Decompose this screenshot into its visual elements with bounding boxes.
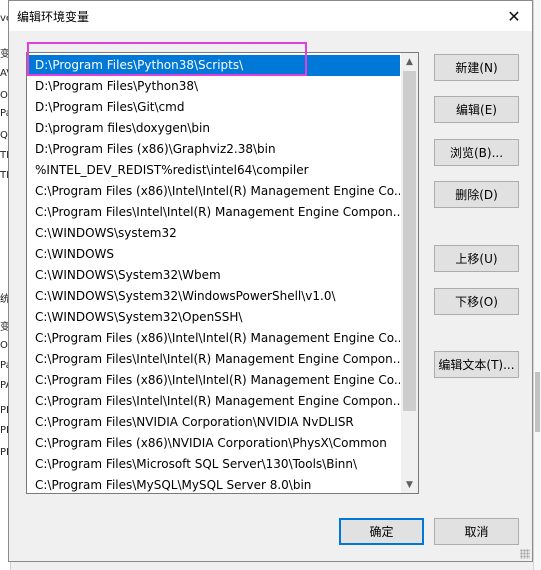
path-list-item[interactable]: C:\WINDOWS\System32\WindowsPowerShell\v1…	[28, 286, 400, 307]
scroll-up-icon[interactable]: ▲	[401, 53, 418, 70]
resize-grip-icon[interactable]	[520, 549, 530, 559]
path-list-item[interactable]: C:\Program Files\Intel\Intel(R) Manageme…	[28, 202, 400, 223]
delete-button[interactable]: 删除(D)	[434, 181, 519, 208]
path-list-items: D:\Program Files\Python38\Scripts\ D:\Pro…	[28, 55, 400, 493]
path-list-item[interactable]: D:\Program Files\Python38\Scripts\	[28, 55, 400, 76]
edit-text-button[interactable]: 编辑文本(T)...	[434, 351, 519, 378]
path-list-item[interactable]: C:\Program Files\Microsoft SQL Server\13…	[28, 454, 400, 475]
scrollbar-thumb[interactable]	[403, 71, 416, 411]
edit-button[interactable]: 编辑(E)	[434, 96, 519, 123]
path-list-item[interactable]: C:\Program Files\Intel\Intel(R) Manageme…	[28, 349, 400, 370]
path-list-item[interactable]: %INTEL_DEV_REDIST%redist\intel64\compile…	[28, 160, 400, 181]
title-bar: 编辑环境变量 ✕	[9, 1, 532, 31]
path-list-item[interactable]: C:\WINDOWS\System32\OpenSSH\	[28, 307, 400, 328]
path-list-item[interactable]: D:\Program Files\Python38\	[28, 76, 400, 97]
path-list-item[interactable]: C:\WINDOWS\system32	[28, 223, 400, 244]
path-list-item[interactable]: C:\Program Files (x86)\Intel\Intel(R) Ma…	[28, 370, 400, 391]
path-list-item[interactable]: C:\Program Files\NVIDIA Corporation\NVID…	[28, 412, 400, 433]
move-down-button[interactable]: 下移(O)	[434, 288, 519, 315]
dialog-title: 编辑环境变量	[17, 10, 90, 24]
browse-button[interactable]: 浏览(B)...	[434, 139, 519, 166]
path-list-item[interactable]: D:\Program Files\Git\cmd	[28, 97, 400, 118]
path-list-item[interactable]: C:\Program Files\MySQL\MySQL Server 8.0\…	[28, 475, 400, 493]
path-list-item[interactable]: C:\Program Files (x86)\NVIDIA Corporatio…	[28, 433, 400, 454]
path-list-item[interactable]: C:\WINDOWS\System32\Wbem	[28, 265, 400, 286]
move-up-button[interactable]: 上移(U)	[434, 245, 519, 272]
ok-button[interactable]: 确定	[339, 518, 424, 545]
path-list-item[interactable]: D:\Program Files (x86)\Graphviz2.38\bin	[28, 139, 400, 160]
path-list-item[interactable]: D:\program files\doxygen\bin	[28, 118, 400, 139]
cancel-button[interactable]: 取消	[434, 518, 519, 545]
path-list-item[interactable]: C:\Program Files (x86)\Intel\Intel(R) Ma…	[28, 328, 400, 349]
list-scrollbar[interactable]: ▲ ▼	[401, 53, 418, 493]
scroll-down-icon[interactable]: ▼	[401, 476, 418, 493]
path-list-item[interactable]: C:\WINDOWS	[28, 244, 400, 265]
new-button[interactable]: 新建(N)	[434, 54, 519, 81]
path-list[interactable]: D:\Program Files\Python38\Scripts\ D:\Pro…	[26, 52, 419, 494]
background-scrollbar	[533, 0, 541, 570]
path-list-item[interactable]: C:\Program Files\Intel\Intel(R) Manageme…	[28, 391, 400, 412]
path-list-item[interactable]: C:\Program Files (x86)\Intel\Intel(R) Ma…	[28, 181, 400, 202]
background-scrollbar-thumb	[535, 372, 540, 432]
edit-env-variable-dialog: 编辑环境变量 ✕ D:\Program Files\Python38\Scrip…	[8, 0, 533, 562]
close-icon[interactable]: ✕	[502, 4, 526, 28]
